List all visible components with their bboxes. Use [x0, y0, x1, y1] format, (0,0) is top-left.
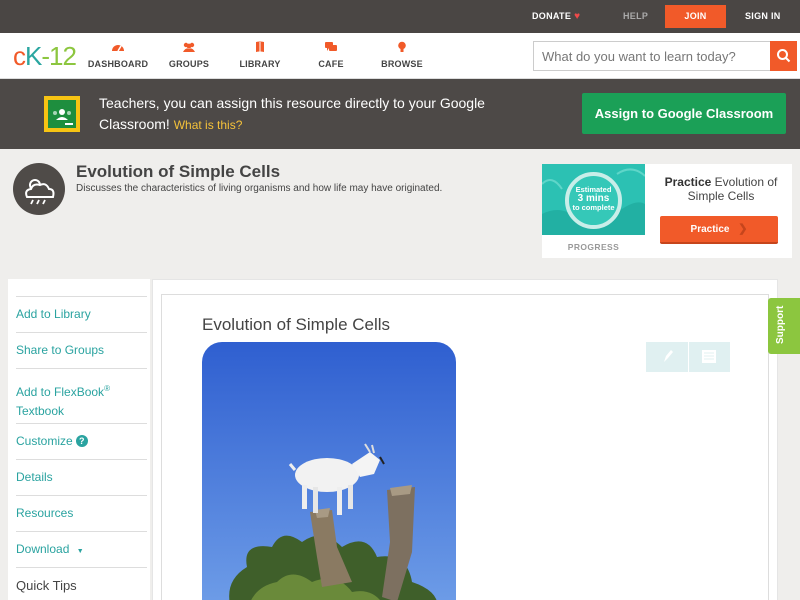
page-subtitle: Discusses the characteristics of living … — [76, 183, 443, 194]
search-icon — [777, 49, 791, 63]
quick-tips-heading[interactable]: Quick Tips — [16, 567, 147, 600]
nav-cafe-label: CAFE — [318, 59, 344, 69]
storm-cloud-icon — [25, 179, 55, 205]
download-label: Download — [16, 542, 70, 556]
to-complete-label: to complete — [572, 203, 615, 212]
google-classroom-icon — [44, 96, 80, 132]
logo-12: -12 — [41, 41, 77, 71]
help-circle-icon[interactable]: ? — [75, 435, 88, 447]
goat-on-tree-image — [202, 342, 456, 600]
content-heading: Evolution of Simple Cells — [202, 315, 391, 334]
practice-title-bold: Practice — [664, 175, 712, 189]
nav-browse[interactable]: BROWSE — [367, 33, 437, 79]
what-is-this-link[interactable]: What is this? — [174, 118, 243, 132]
support-tab[interactable]: Support — [768, 298, 800, 354]
classroom-message: Teachers, you can assign this resource d… — [99, 93, 499, 136]
nav-library-label: LIBRARY — [239, 59, 281, 69]
pencil-icon[interactable] — [646, 342, 688, 372]
search-button[interactable] — [770, 41, 797, 71]
practice-button-label: Practice — [690, 224, 730, 235]
support-label: Support — [775, 305, 786, 344]
assign-google-classroom-button[interactable]: Assign to Google Classroom — [582, 93, 786, 134]
ck12-logo[interactable]: cK-12 — [13, 41, 77, 71]
donate-label: DONATE — [532, 11, 572, 21]
dashboard-icon — [112, 45, 124, 52]
groups-icon — [183, 42, 195, 52]
join-button[interactable]: JOIN — [665, 5, 726, 28]
customize-link[interactable]: Customize? — [16, 423, 147, 459]
donate-link[interactable]: DONATE ♥ — [532, 0, 580, 33]
main-navbar: cK-12 DASHBOARD GROUPS LIBRARY CAFE BROW… — [0, 33, 800, 79]
library-icon — [256, 41, 264, 52]
practice-title: Practice Evolution of Simple Cells — [654, 175, 788, 203]
nav-groups[interactable]: GROUPS — [154, 33, 224, 79]
estimated-time: Estimated 3 mins to complete — [565, 185, 622, 212]
classroom-message-text: Teachers, you can assign this resource d… — [99, 95, 485, 132]
page-title: Evolution of Simple Cells — [76, 162, 281, 181]
practice-button[interactable]: Practice ❯ — [660, 216, 778, 244]
search-input[interactable] — [533, 41, 771, 71]
browse-icon — [398, 41, 406, 52]
progress-label: PROGRESS — [567, 242, 620, 252]
share-to-groups-link[interactable]: Share to Groups — [16, 332, 147, 368]
add-flexbook-label: Add to FlexBook — [16, 385, 105, 399]
download-link[interactable]: Download ▼ — [16, 531, 147, 567]
help-link[interactable]: HELP — [623, 0, 648, 33]
practice-card: Estimated 3 mins to complete PROGRESS Pr… — [542, 164, 792, 258]
cafe-icon — [325, 42, 337, 51]
add-to-flexbook-link[interactable]: Add to FlexBook® Textbook — [16, 368, 147, 423]
nav-browse-label: BROWSE — [381, 59, 423, 69]
top-bar: DONATE ♥ HELP JOIN SIGN IN — [0, 0, 800, 33]
logo-c: c — [13, 41, 26, 71]
practice-progress-image[interactable]: Estimated 3 mins to complete — [542, 164, 645, 235]
caret-down-icon: ▼ — [76, 548, 84, 555]
nav-groups-label: GROUPS — [168, 59, 210, 69]
google-classroom-banner: Teachers, you can assign this resource d… — [0, 79, 800, 149]
registered-mark: ® — [104, 384, 110, 393]
logo-k: K — [25, 41, 42, 71]
add-to-library-link[interactable]: Add to Library — [16, 296, 147, 332]
heart-icon: ♥ — [574, 11, 581, 22]
resources-link[interactable]: Resources — [16, 495, 147, 531]
chevron-right-icon: ❯ — [738, 223, 748, 235]
notes-icon[interactable] — [688, 342, 730, 372]
nav-dashboard-label: DASHBOARD — [87, 59, 149, 69]
concept-icon — [13, 163, 65, 215]
details-link[interactable]: Details — [16, 459, 147, 495]
sidebar: Add to Library Share to Groups Add to Fl… — [8, 279, 150, 600]
content-tools — [646, 342, 730, 372]
customize-label: Customize — [16, 434, 73, 448]
nav-cafe[interactable]: CAFE — [296, 33, 366, 79]
sign-in-link[interactable]: SIGN IN — [745, 0, 781, 33]
add-flexbook-label-2: Textbook — [16, 404, 65, 418]
nav-library[interactable]: LIBRARY — [225, 33, 295, 79]
nav-dashboard[interactable]: DASHBOARD — [83, 33, 153, 79]
